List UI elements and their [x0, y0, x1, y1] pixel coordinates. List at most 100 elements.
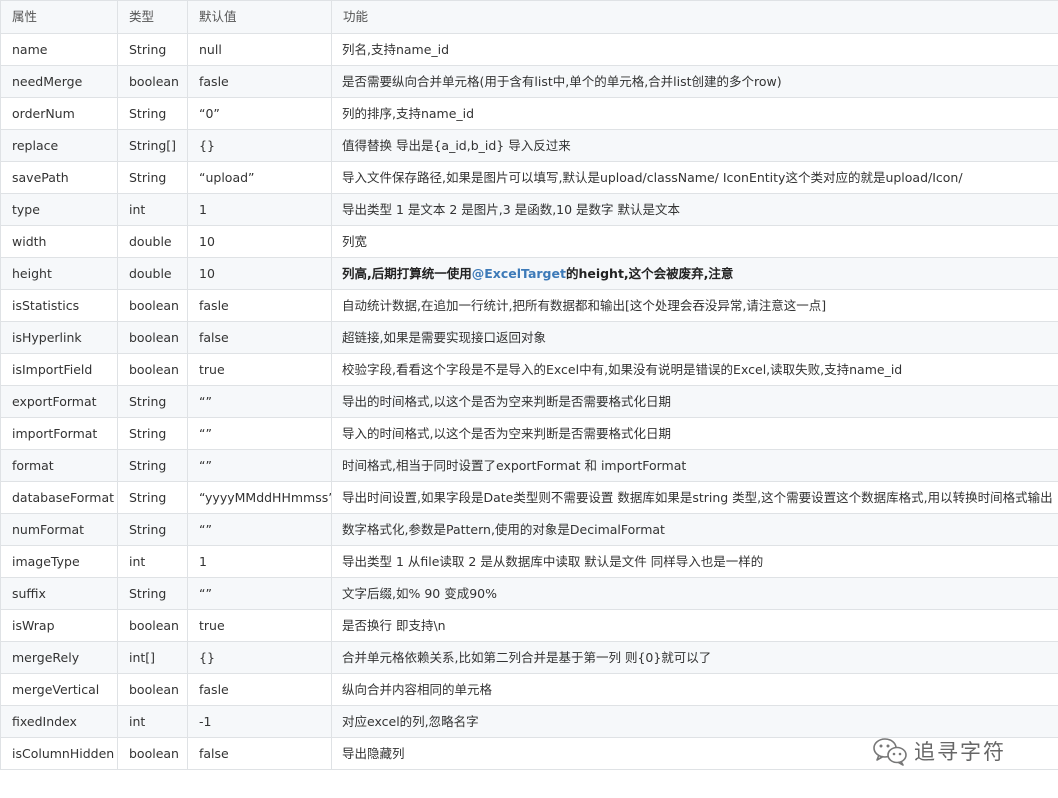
- table-row: orderNum String “0” 列的排序,支持name_id: [0, 97, 1058, 130]
- desc-text: 的height,这个会被废弃,注意: [565, 265, 734, 281]
- cell-type: String: [117, 449, 188, 482]
- cell-type: boolean: [117, 289, 188, 322]
- cell-function: 是否需要纵向合并单元格(用于含有list中,单个的单元格,合并list创建的多个…: [331, 65, 1058, 98]
- cell-function: 文字后缀,如% 90 变成90%: [331, 577, 1058, 610]
- cell-function: 列宽: [331, 225, 1058, 258]
- cell-type: double: [117, 225, 188, 258]
- cell-default: fasle: [187, 289, 332, 322]
- cell-attribute: numFormat: [0, 513, 118, 546]
- cell-attribute: orderNum: [0, 97, 118, 130]
- cell-default: 10: [187, 225, 332, 258]
- cell-default: -1: [187, 705, 332, 738]
- cell-function: 时间格式,相当于同时设置了exportFormat 和 importFormat: [331, 449, 1058, 482]
- cell-attribute: isColumnHidden: [0, 737, 118, 770]
- cell-default: “”: [187, 385, 332, 418]
- cell-default: true: [187, 609, 332, 642]
- cell-default: “yyyyMMddHHmmss”: [187, 481, 332, 514]
- cell-attribute: needMerge: [0, 65, 118, 98]
- desc-text: 列高,后期打算统一使用: [342, 265, 472, 281]
- cell-function: 值得替换 导出是{a_id,b_id} 导入反过来: [331, 129, 1058, 162]
- table-row: savePath String “upload” 导入文件保存路径,如果是图片可…: [0, 161, 1058, 194]
- table-row: mergeVertical boolean fasle 纵向合并内容相同的单元格: [0, 673, 1058, 706]
- table-row: height double 10 列高,后期打算统一使用@ExcelTarget…: [0, 257, 1058, 290]
- table-row: isImportField boolean true 校验字段,看看这个字段是不…: [0, 353, 1058, 386]
- cell-function: 列的排序,支持name_id: [331, 97, 1058, 130]
- cell-default: false: [187, 321, 332, 354]
- cell-default: 10: [187, 257, 332, 290]
- table-row: name String null 列名,支持name_id: [0, 33, 1058, 66]
- cell-type: boolean: [117, 65, 188, 98]
- header-type: 类型: [117, 0, 188, 34]
- table-row: numFormat String “” 数字格式化,参数是Pattern,使用的…: [0, 513, 1058, 546]
- cell-function: 对应excel的列,忽略名字: [331, 705, 1058, 738]
- cell-function: 导出隐藏列: [331, 737, 1058, 770]
- table-row: mergeRely int[] {} 合并单元格依赖关系,比如第二列合并是基于第…: [0, 641, 1058, 674]
- cell-default: true: [187, 353, 332, 386]
- table-row: isWrap boolean true 是否换行 即支持\n: [0, 609, 1058, 642]
- cell-type: String: [117, 97, 188, 130]
- cell-attribute: replace: [0, 129, 118, 162]
- cell-default: 1: [187, 193, 332, 226]
- cell-default: 1: [187, 545, 332, 578]
- cell-type: double: [117, 257, 188, 290]
- cell-type: int: [117, 193, 188, 226]
- table-row: type int 1 导出类型 1 是文本 2 是图片,3 是函数,10 是数字…: [0, 193, 1058, 226]
- cell-function: 超链接,如果是需要实现接口返回对象: [331, 321, 1058, 354]
- table-row: fixedIndex int -1 对应excel的列,忽略名字: [0, 705, 1058, 738]
- cell-attribute: savePath: [0, 161, 118, 194]
- header-function: 功能: [331, 0, 1058, 34]
- cell-attribute: exportFormat: [0, 385, 118, 418]
- cell-attribute: height: [0, 257, 118, 290]
- table-header-row: 属性 类型 默认值 功能: [0, 0, 1058, 34]
- cell-attribute: importFormat: [0, 417, 118, 450]
- cell-type: String: [117, 33, 188, 66]
- cell-attribute: mergeVertical: [0, 673, 118, 706]
- cell-default: fasle: [187, 673, 332, 706]
- cell-type: String: [117, 513, 188, 546]
- cell-function: 数字格式化,参数是Pattern,使用的对象是DecimalFormat: [331, 513, 1058, 546]
- cell-attribute: type: [0, 193, 118, 226]
- cell-default: “”: [187, 577, 332, 610]
- cell-attribute: databaseFormat: [0, 481, 118, 514]
- cell-attribute: format: [0, 449, 118, 482]
- table-row: format String “” 时间格式,相当于同时设置了exportForm…: [0, 449, 1058, 482]
- cell-type: int: [117, 545, 188, 578]
- table-row: isColumnHidden boolean false 导出隐藏列: [0, 737, 1058, 770]
- table-row: needMerge boolean fasle 是否需要纵向合并单元格(用于含有…: [0, 65, 1058, 98]
- cell-attribute: width: [0, 225, 118, 258]
- header-attribute: 属性: [0, 0, 118, 34]
- header-default: 默认值: [187, 0, 332, 34]
- cell-default: “”: [187, 513, 332, 546]
- cell-type: boolean: [117, 609, 188, 642]
- table-row: suffix String “” 文字后缀,如% 90 变成90%: [0, 577, 1058, 610]
- cell-default: {}: [187, 641, 332, 674]
- cell-default: fasle: [187, 65, 332, 98]
- cell-type: boolean: [117, 353, 188, 386]
- cell-type: int[]: [117, 641, 188, 674]
- cell-attribute: isHyperlink: [0, 321, 118, 354]
- cell-default: “upload”: [187, 161, 332, 194]
- cell-default: “0”: [187, 97, 332, 130]
- cell-attribute: isStatistics: [0, 289, 118, 322]
- cell-default: null: [187, 33, 332, 66]
- cell-function: 列名,支持name_id: [331, 33, 1058, 66]
- table-row: isHyperlink boolean false 超链接,如果是需要实现接口返…: [0, 321, 1058, 354]
- excel-target-link[interactable]: @ExcelTarget: [472, 266, 566, 281]
- table-row: isStatistics boolean fasle 自动统计数据,在追加一行统…: [0, 289, 1058, 322]
- cell-attribute: fixedIndex: [0, 705, 118, 738]
- cell-type: int: [117, 705, 188, 738]
- cell-type: String: [117, 385, 188, 418]
- cell-function: 合并单元格依赖关系,比如第二列合并是基于第一列 则{0}就可以了: [331, 641, 1058, 674]
- table-row: width double 10 列宽: [0, 225, 1058, 258]
- cell-type: String: [117, 417, 188, 450]
- cell-default: {}: [187, 129, 332, 162]
- cell-function: 导入的时间格式,以这个是否为空来判断是否需要格式化日期: [331, 417, 1058, 450]
- cell-function: 校验字段,看看这个字段是不是导入的Excel中有,如果没有说明是错误的Excel…: [331, 353, 1058, 386]
- cell-function: 列高,后期打算统一使用@ExcelTarget的height,这个会被废弃,注意: [331, 257, 1058, 290]
- cell-function: 导出类型 1 是文本 2 是图片,3 是函数,10 是数字 默认是文本: [331, 193, 1058, 226]
- table-row: databaseFormat String “yyyyMMddHHmmss” 导…: [0, 481, 1058, 514]
- cell-default: false: [187, 737, 332, 770]
- cell-function: 是否换行 即支持\n: [331, 609, 1058, 642]
- attribute-table: 属性 类型 默认值 功能 name String null 列名,支持name_…: [0, 0, 1058, 770]
- cell-attribute: name: [0, 33, 118, 66]
